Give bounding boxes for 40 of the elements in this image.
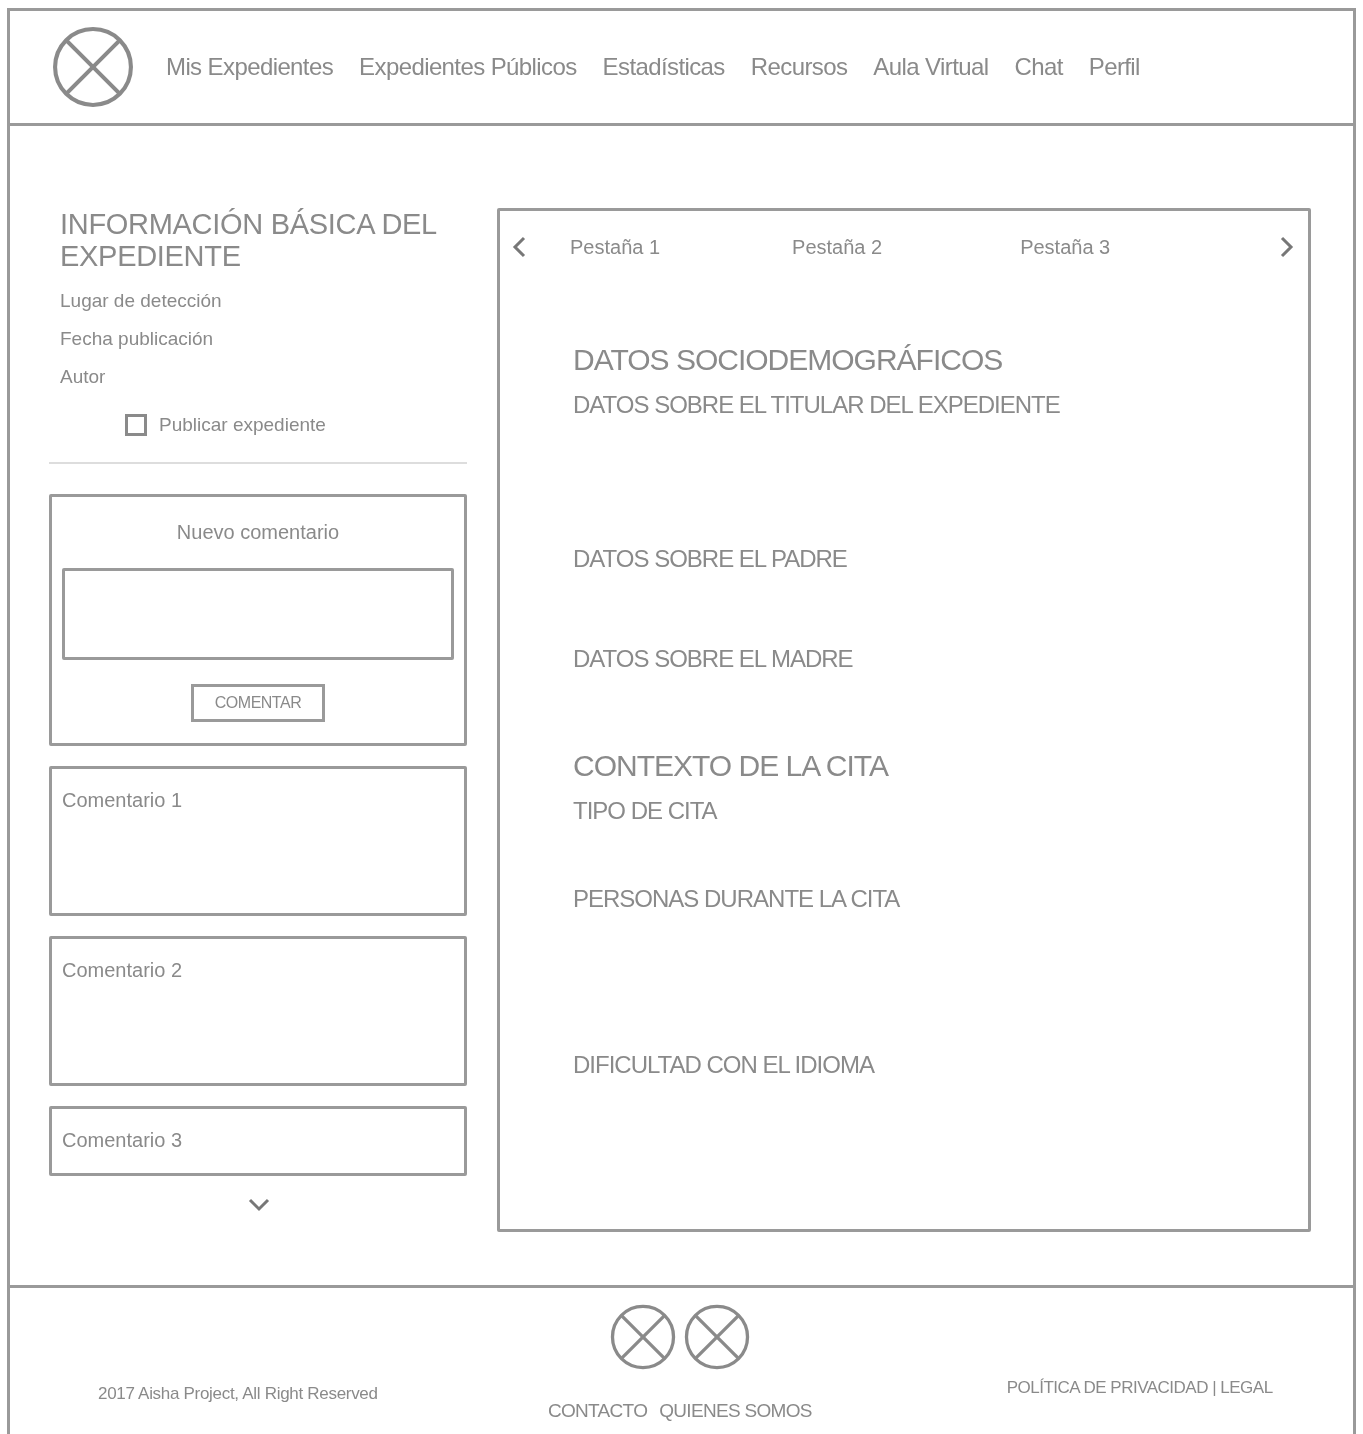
comment-text: Comentario 1 <box>61 788 184 812</box>
checkbox-label: Publicar expediente <box>159 414 326 436</box>
checkbox[interactable] <box>125 414 147 436</box>
footer-link[interactable]: CONTACTO <box>548 1400 648 1422</box>
field-label: Lugar de detección <box>60 290 223 312</box>
card-title: Nuevo comentario <box>176 521 340 544</box>
nav-link[interactable]: Expedientes Públicos <box>359 53 577 81</box>
nav-link[interactable]: Mis Expedientes <box>166 53 334 81</box>
comment-text: Comentario 3 <box>61 1128 184 1152</box>
field-label: Autor <box>60 366 107 388</box>
tab[interactable]: Pestaña 3 <box>1020 235 1111 259</box>
section-title: INFORMACIÓN BÁSICA DEL EXPEDIENTE <box>60 208 438 272</box>
footer-link[interactable]: QUIENES SOMOS <box>659 1400 812 1422</box>
section-subheading: DATOS SOBRE EL TITULAR DEL EXPEDIENTE <box>573 391 1061 419</box>
section-heading: CONTEXTO DE LA CITA <box>573 749 890 783</box>
field-label: Fecha publicación <box>60 328 215 350</box>
nav-link[interactable]: Perfil <box>1088 53 1140 81</box>
tab[interactable]: Pestaña 2 <box>792 235 883 259</box>
copyright-text: 2017 Aisha Project, All Right Reserved <box>98 1384 379 1404</box>
comment-input[interactable] <box>62 568 454 660</box>
nav-link[interactable]: Chat <box>1014 53 1063 81</box>
nav-link[interactable]: Aula Virtual <box>873 53 989 81</box>
chevron-left-icon[interactable] <box>512 236 526 258</box>
section-subheading: DIFICULTAD CON EL IDIOMA <box>573 1051 876 1079</box>
nav-link[interactable]: Recursos <box>750 53 848 81</box>
chevron-right-icon[interactable] <box>1280 236 1294 258</box>
nav-link[interactable]: Estadísticas <box>602 53 725 81</box>
tab[interactable]: Pestaña 1 <box>570 235 661 259</box>
section-subheading: TIPO DE CITA <box>573 797 719 825</box>
comment-text: Comentario 2 <box>61 958 184 982</box>
comment-button[interactable]: COMENTAR <box>191 684 325 722</box>
section-subheading: DATOS SOBRE EL MADRE <box>573 645 854 673</box>
section-subheading: DATOS SOBRE EL PADRE <box>573 545 848 573</box>
logo-icon <box>52 26 134 108</box>
chevron-down-icon[interactable] <box>248 1198 270 1212</box>
placeholder-icon <box>609 1304 676 1370</box>
legal-link[interactable]: POLÍTICA DE PRIVACIDAD | LEGAL <box>1006 1378 1273 1398</box>
section-heading: DATOS SOCIODEMOGRÁFICOS <box>573 343 1004 377</box>
placeholder-icon <box>683 1304 750 1370</box>
section-subheading: PERSONAS DURANTE LA CITA <box>573 885 901 913</box>
